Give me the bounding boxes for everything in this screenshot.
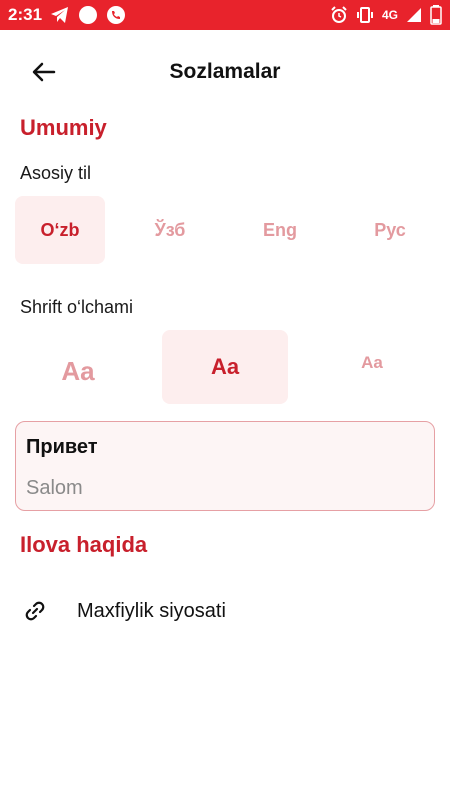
preview-subtitle: Salom — [26, 477, 83, 499]
font-size-label: Shrift o‘lchami — [20, 297, 134, 317]
signal-icon — [406, 7, 422, 23]
section-title-general: Umumiy — [20, 115, 107, 140]
link-icon — [22, 599, 48, 623]
language-option-uz-cyrillic[interactable]: Ўзб — [125, 196, 215, 264]
language-option-english[interactable]: Eng — [235, 196, 325, 264]
privacy-policy-label: Maxfiylik siyosati — [77, 600, 226, 622]
phone-icon — [106, 5, 126, 25]
status-time: 2:31 — [8, 5, 43, 24]
app-bar: Sozlamalar — [0, 48, 450, 100]
page-title: Sozlamalar — [169, 60, 281, 83]
battery-icon — [430, 5, 442, 25]
alarm-icon — [330, 6, 348, 24]
font-preview-card: Привет Salom — [15, 421, 435, 511]
vibrate-icon — [356, 6, 374, 24]
font-size-large[interactable]: Aa — [15, 330, 141, 404]
circle-notification-icon — [78, 5, 98, 25]
language-option-uz-latin[interactable]: O‘zb — [15, 196, 105, 264]
preview-title: Привет — [26, 436, 98, 458]
network-type: 4G — [381, 8, 398, 22]
privacy-policy-item[interactable]: Maxfiylik siyosati — [0, 588, 450, 634]
language-label: Asosiy til — [20, 163, 92, 183]
telegram-icon — [50, 6, 70, 24]
language-selector: O‘zb Ўзб Eng Рус — [15, 196, 435, 264]
section-title-about: Ilova haqida — [20, 532, 148, 557]
status-bar: 2:31 4G — [0, 0, 450, 30]
font-size-small[interactable]: Aa — [309, 330, 435, 404]
language-option-russian[interactable]: Рус — [345, 196, 435, 264]
font-size-medium[interactable]: Aa — [162, 330, 288, 404]
font-size-selector: Aa Aa Aa — [15, 330, 435, 404]
